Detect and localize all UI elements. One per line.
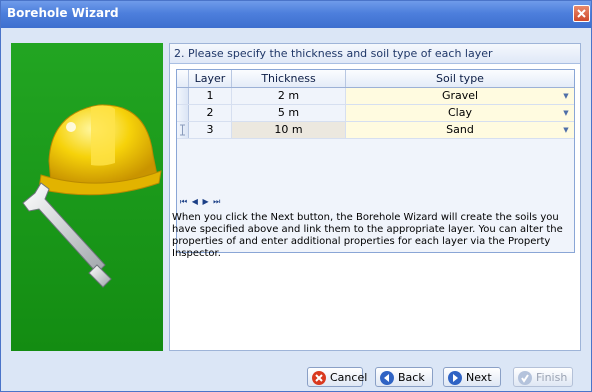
step-description: When you click the Next button, the Bore…	[172, 212, 563, 259]
grid-navigator[interactable]: ⏮ ◀ ▶ ⏭	[180, 197, 221, 207]
row-indicator[interactable]	[177, 105, 189, 121]
layer-cell[interactable]: 1	[189, 88, 232, 104]
step-header: 2. Please specify the thickness and soil…	[170, 44, 580, 64]
row-indicator[interactable]	[177, 122, 189, 138]
wizard-graphic-panel	[11, 43, 163, 351]
finish-button[interactable]: Finish	[513, 367, 573, 387]
row-indicator[interactable]	[177, 88, 189, 104]
layer-cell[interactable]: 3	[189, 122, 232, 138]
step-heading: 2. Please specify the thickness and soil…	[174, 47, 493, 60]
window-title: Borehole Wizard	[7, 6, 119, 20]
close-icon	[577, 9, 586, 18]
grid-header: Layer Thickness Soil type	[177, 70, 574, 88]
next-button[interactable]: Next	[443, 367, 501, 387]
wizard-window: Borehole Wizard 2. Please specify the th…	[0, 0, 592, 392]
back-arrow-icon	[380, 371, 394, 385]
column-header-layer[interactable]: Layer	[189, 70, 232, 87]
thickness-cell[interactable]: 2 m	[232, 88, 346, 104]
table-row[interactable]: 3 10 m Sand ▼	[177, 122, 574, 139]
close-button[interactable]	[573, 5, 590, 22]
table-row[interactable]: 2 5 m Clay ▼	[177, 105, 574, 122]
header-indicator	[177, 70, 189, 87]
finish-icon	[518, 371, 532, 385]
cancel-button[interactable]: Cancel	[307, 367, 367, 387]
chevron-down-icon[interactable]: ▼	[562, 108, 570, 118]
column-header-thickness[interactable]: Thickness	[232, 70, 346, 87]
soil-type-cell[interactable]: Sand ▼	[346, 122, 574, 138]
text-cursor-icon	[180, 124, 185, 136]
soil-type-cell[interactable]: Gravel ▼	[346, 88, 574, 104]
chevron-down-icon[interactable]: ▼	[562, 91, 570, 101]
thickness-cell[interactable]: 5 m	[232, 105, 346, 121]
soil-type-value: Clay	[448, 106, 472, 119]
thickness-cell[interactable]: 10 m	[232, 122, 346, 138]
step-panel: 2. Please specify the thickness and soil…	[169, 43, 581, 351]
layer-cell[interactable]: 2	[189, 105, 232, 121]
chevron-down-icon[interactable]: ▼	[562, 125, 570, 135]
next-arrow-icon	[448, 371, 462, 385]
hardhat-wrench-icon	[22, 104, 162, 288]
cancel-icon	[312, 371, 326, 385]
column-header-soil-type[interactable]: Soil type	[346, 70, 574, 87]
soil-type-value: Sand	[446, 123, 474, 136]
table-row[interactable]: 1 2 m Gravel ▼	[177, 88, 574, 105]
soil-type-value: Gravel	[441, 89, 479, 102]
title-bar: Borehole Wizard	[1, 1, 591, 28]
soil-type-cell[interactable]: Clay ▼	[346, 105, 574, 121]
back-button[interactable]: Back	[375, 367, 433, 387]
